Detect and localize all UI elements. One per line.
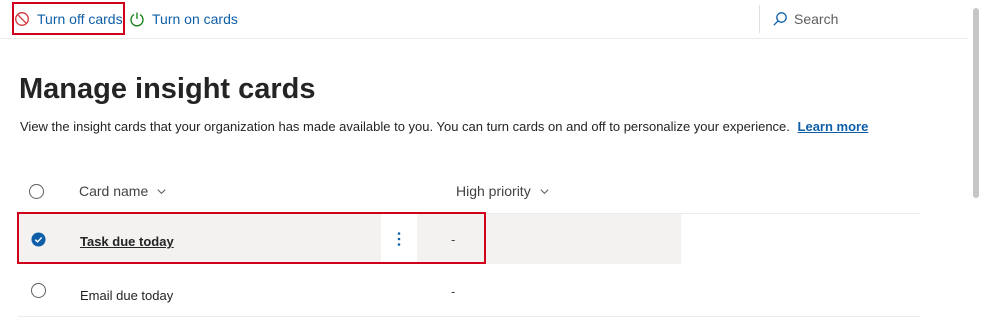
card-name[interactable]: Email due today	[80, 288, 173, 303]
turn-on-cards-label: Turn on cards	[152, 11, 238, 27]
page-description: View the insight cards that your organiz…	[20, 119, 868, 134]
high-priority-value: -	[451, 284, 456, 299]
column-header-label: High priority	[456, 183, 531, 199]
turn-on-cards-button[interactable]: Turn on cards	[129, 0, 238, 38]
power-icon	[130, 12, 144, 27]
table-row[interactable]: Email due today -	[18, 266, 920, 316]
command-bar: Turn off cards Turn on cards Search	[0, 0, 968, 39]
row-select-circle[interactable]	[31, 283, 46, 298]
chevron-down-icon	[540, 188, 549, 194]
toolbar-divider	[759, 5, 760, 33]
scrollbar-thumb[interactable]	[973, 8, 979, 198]
description-text: View the insight cards that your organiz…	[20, 119, 790, 134]
search-box[interactable]: Search	[772, 0, 838, 38]
select-all-circle	[29, 183, 44, 199]
page-title: Manage insight cards	[19, 73, 316, 105]
highlight-selected-row	[17, 212, 486, 264]
search-icon	[773, 12, 787, 26]
row-divider	[18, 316, 920, 317]
column-header-card-name[interactable]: Card name	[79, 170, 167, 212]
column-header-label: Card name	[79, 183, 149, 199]
select-all-checkbox[interactable]	[29, 170, 44, 212]
chevron-down-icon	[157, 188, 166, 194]
search-input[interactable]: Search	[794, 11, 838, 27]
highlight-turn-off-button	[12, 2, 125, 35]
learn-more-link[interactable]: Learn more	[798, 119, 869, 134]
column-header-high-priority[interactable]: High priority	[456, 170, 550, 212]
